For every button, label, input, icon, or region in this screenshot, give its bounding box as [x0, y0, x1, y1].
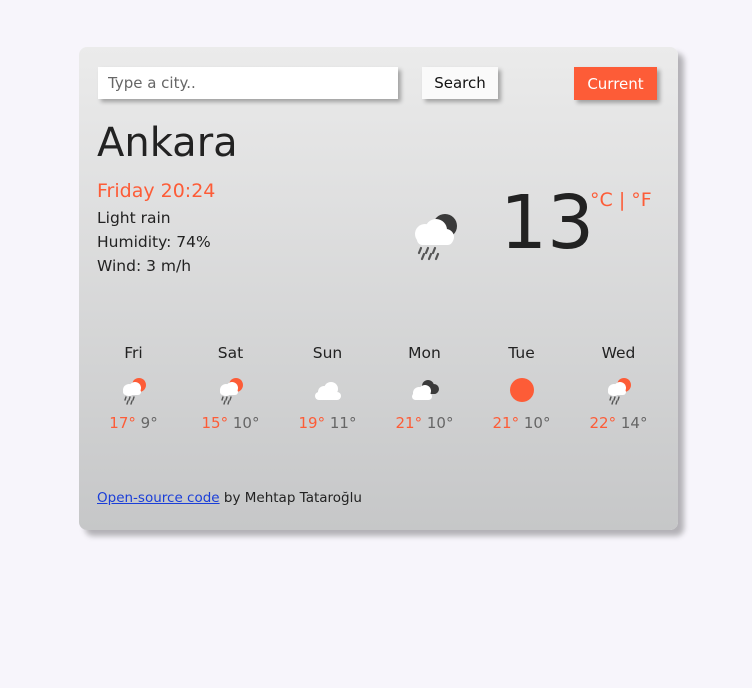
current-location-button[interactable]: Current — [574, 67, 657, 100]
forecast-day-name: Sat — [217, 344, 244, 362]
humidity: Humidity: 74% — [97, 233, 211, 251]
unit-separator: | — [612, 189, 632, 211]
weather-description: Light rain — [97, 209, 171, 227]
night-cloud-rain-icon — [415, 214, 457, 261]
forecast-day-name: Sun — [312, 344, 343, 362]
forecast-max-temp: 19° — [298, 414, 326, 432]
sun-cloud-rain-icon — [122, 378, 146, 405]
forecast-day: Tue 21° 10° — [473, 343, 570, 433]
forecast-max-temp: 17° — [109, 414, 136, 432]
date-time: Friday 20:24 — [97, 180, 216, 202]
forecast-day-name: Wed — [601, 344, 636, 362]
unit-toggle: °C | °F — [590, 188, 652, 212]
forecast-min-temp: 10° — [426, 414, 454, 432]
fahrenheit-link[interactable]: °F — [631, 189, 651, 211]
forecast-max-temp: 21° — [395, 414, 423, 432]
city-name: Ankara — [97, 120, 238, 166]
city-search-input[interactable] — [98, 67, 398, 99]
forecast-max-temp: 15° — [201, 414, 229, 432]
forecast-min-temp: 10° — [523, 414, 551, 432]
open-source-link[interactable]: Open-source code — [97, 490, 220, 506]
wind: Wind: 3 m/h — [97, 257, 192, 275]
forecast-day-name: Fri — [124, 344, 143, 362]
cloud-icon — [314, 382, 341, 400]
forecast-max-temp: 22° — [589, 414, 617, 432]
forecast-min-temp: 10° — [232, 414, 260, 432]
forecast-max-temp: 21° — [492, 414, 520, 432]
footer-author: by Mehtap Tataroğlu — [219, 490, 362, 506]
search-button[interactable]: Search — [422, 67, 498, 99]
sun-cloud-rain-icon — [607, 378, 631, 405]
sun-icon — [509, 378, 534, 402]
forecast-day: Fri 17° 9° — [85, 343, 182, 433]
forecast-day-name: Tue — [508, 344, 535, 362]
footer: Open-source code by Mehtap Tataroğlu — [97, 489, 362, 507]
celsius-link[interactable]: °C — [590, 189, 613, 211]
current-temperature: 13 — [500, 180, 595, 266]
forecast-min-temp: 11° — [329, 414, 357, 432]
sun-cloud-rain-icon — [219, 378, 243, 405]
forecast-min-temp: 14° — [620, 414, 648, 432]
forecast-min-temp: 9° — [140, 414, 158, 432]
forecast-day: Sun 19° 11° — [279, 343, 376, 433]
forecast-day: Sat 15° 10° — [182, 343, 279, 433]
forecast-day-name: Mon — [408, 344, 441, 362]
forecast-day: Wed 22° 14° — [570, 343, 667, 433]
forecast: Fri 17° 9° Sat 15° 10° Sun 19° 11° Mon 2… — [85, 343, 669, 443]
dark-clouds-icon — [411, 380, 439, 400]
weather-card: Search Current Ankara Friday 20:24 Light… — [79, 47, 678, 530]
forecast-day: Mon 21° 10° — [376, 343, 473, 433]
